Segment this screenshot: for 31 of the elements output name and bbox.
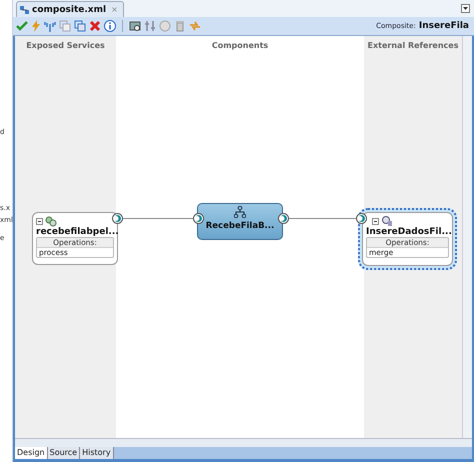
lane-title: External References <box>368 41 458 52</box>
lane-title: Exposed Services <box>26 41 105 52</box>
arrows-icon[interactable] <box>189 20 201 32</box>
checkmark-icon[interactable] <box>16 20 28 32</box>
collapse-icon[interactable] <box>36 218 43 224</box>
component-node[interactable]: RecebeFilaB... <box>197 203 283 240</box>
windows-icon[interactable] <box>74 20 86 32</box>
hierarchy-icon <box>234 206 246 218</box>
disk-icon[interactable] <box>159 20 171 32</box>
trash-icon[interactable] <box>174 20 186 32</box>
vertical-scrollbar[interactable] <box>462 36 472 438</box>
delete-icon[interactable] <box>89 20 101 32</box>
antenna-icon[interactable] <box>44 20 56 32</box>
copy-icon[interactable] <box>59 20 71 32</box>
port-icon[interactable] <box>356 213 367 224</box>
dropdown-icon[interactable] <box>461 4 470 13</box>
composite-icon <box>20 4 30 14</box>
lane-title: Components <box>212 41 268 52</box>
horizontal-scrollbar[interactable] <box>15 438 472 447</box>
view-tab[interactable]: Source <box>48 447 80 459</box>
view-tab[interactable]: Design <box>15 447 48 459</box>
component-name: RecebeFilaB... <box>206 221 274 231</box>
info-icon[interactable] <box>104 20 116 32</box>
view-tab[interactable]: History <box>80 447 114 459</box>
collapse-icon[interactable] <box>372 218 379 224</box>
lightning-icon[interactable] <box>31 20 41 32</box>
image-icon[interactable] <box>129 20 141 32</box>
tab-label: composite.xml <box>32 4 106 14</box>
composite-name: InsereFila <box>418 21 469 31</box>
node-name: InsereDadosFil... <box>366 227 449 237</box>
editor-tab[interactable]: composite.xml × <box>16 1 124 17</box>
